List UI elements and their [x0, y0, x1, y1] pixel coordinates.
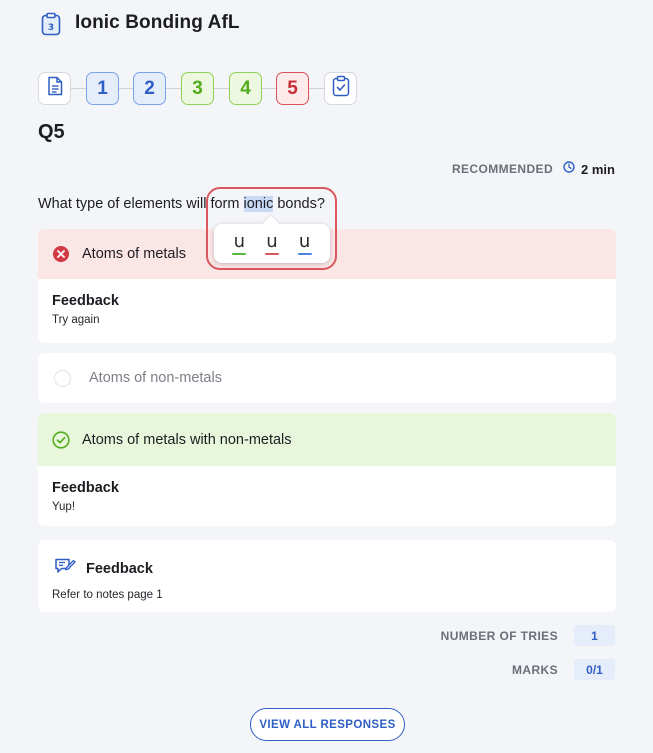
- clipboard-3-icon: 3: [40, 12, 62, 36]
- stepper-connector: [119, 88, 133, 89]
- document-icon: [46, 76, 64, 102]
- radio-button[interactable]: [54, 369, 71, 387]
- marks-value: 0/1: [574, 659, 615, 680]
- page-title: Ionic Bonding AfL: [75, 12, 240, 33]
- step-4-button[interactable]: 4: [229, 72, 262, 105]
- option-label: Atoms of metals with non-metals: [82, 431, 292, 448]
- general-feedback-card: Feedback Refer to notes page 1: [38, 540, 616, 612]
- underline-blue-button[interactable]: u: [293, 230, 317, 258]
- stepper-connector: [166, 88, 181, 89]
- feedback-text: Yup!: [52, 501, 76, 513]
- recommended-time-value: 2 min: [581, 161, 615, 177]
- step-2-button[interactable]: 2: [133, 72, 166, 105]
- option-card-correct[interactable]: Atoms of metals with non-metals Feedback…: [38, 413, 616, 526]
- step-3-button[interactable]: 3: [181, 72, 214, 105]
- underline-red-button[interactable]: u: [260, 230, 284, 258]
- general-feedback-title: Feedback: [86, 560, 153, 577]
- feedback-title: Feedback: [52, 293, 119, 309]
- stepper-connector: [262, 88, 276, 89]
- stepper-connector: [309, 88, 324, 89]
- clock-icon: [563, 160, 575, 178]
- clipboard-check-icon: [331, 75, 351, 103]
- stepper-connector: [214, 88, 229, 89]
- recommended-label: RECOMMENDED: [451, 162, 554, 176]
- tries-value: 1: [574, 625, 615, 646]
- option-card-unselected[interactable]: Atoms of non-metals: [38, 353, 616, 403]
- general-feedback-text: Refer to notes page 1: [52, 589, 163, 601]
- feedback-text: Try again: [52, 314, 100, 326]
- step-overview-button[interactable]: [38, 72, 71, 105]
- marks-stat: MARKS 0/1: [512, 659, 615, 680]
- view-all-responses-button[interactable]: VIEW ALL RESPONSES: [250, 708, 405, 741]
- tries-label: NUMBER OF TRIES: [440, 628, 558, 643]
- stepper-connector: [71, 88, 86, 89]
- edit-note-icon: [54, 557, 76, 580]
- option-label: Atoms of non-metals: [89, 370, 222, 386]
- underline-green-button[interactable]: u: [227, 230, 251, 258]
- step-1-button[interactable]: 1: [86, 72, 119, 105]
- question-number: Q5: [38, 121, 65, 143]
- step-summary-button[interactable]: [324, 72, 357, 105]
- step-5-button[interactable]: 5: [276, 72, 309, 105]
- tries-stat: NUMBER OF TRIES 1: [441, 625, 615, 646]
- check-circle-icon: [52, 430, 70, 449]
- marks-label: MARKS: [512, 662, 558, 677]
- error-circle-icon: [52, 245, 70, 263]
- recommended-time: RECOMMENDED 2 min: [452, 160, 615, 178]
- option-label: Atoms of metals: [82, 246, 186, 262]
- svg-text:3: 3: [48, 23, 54, 33]
- feedback-title: Feedback: [52, 480, 119, 496]
